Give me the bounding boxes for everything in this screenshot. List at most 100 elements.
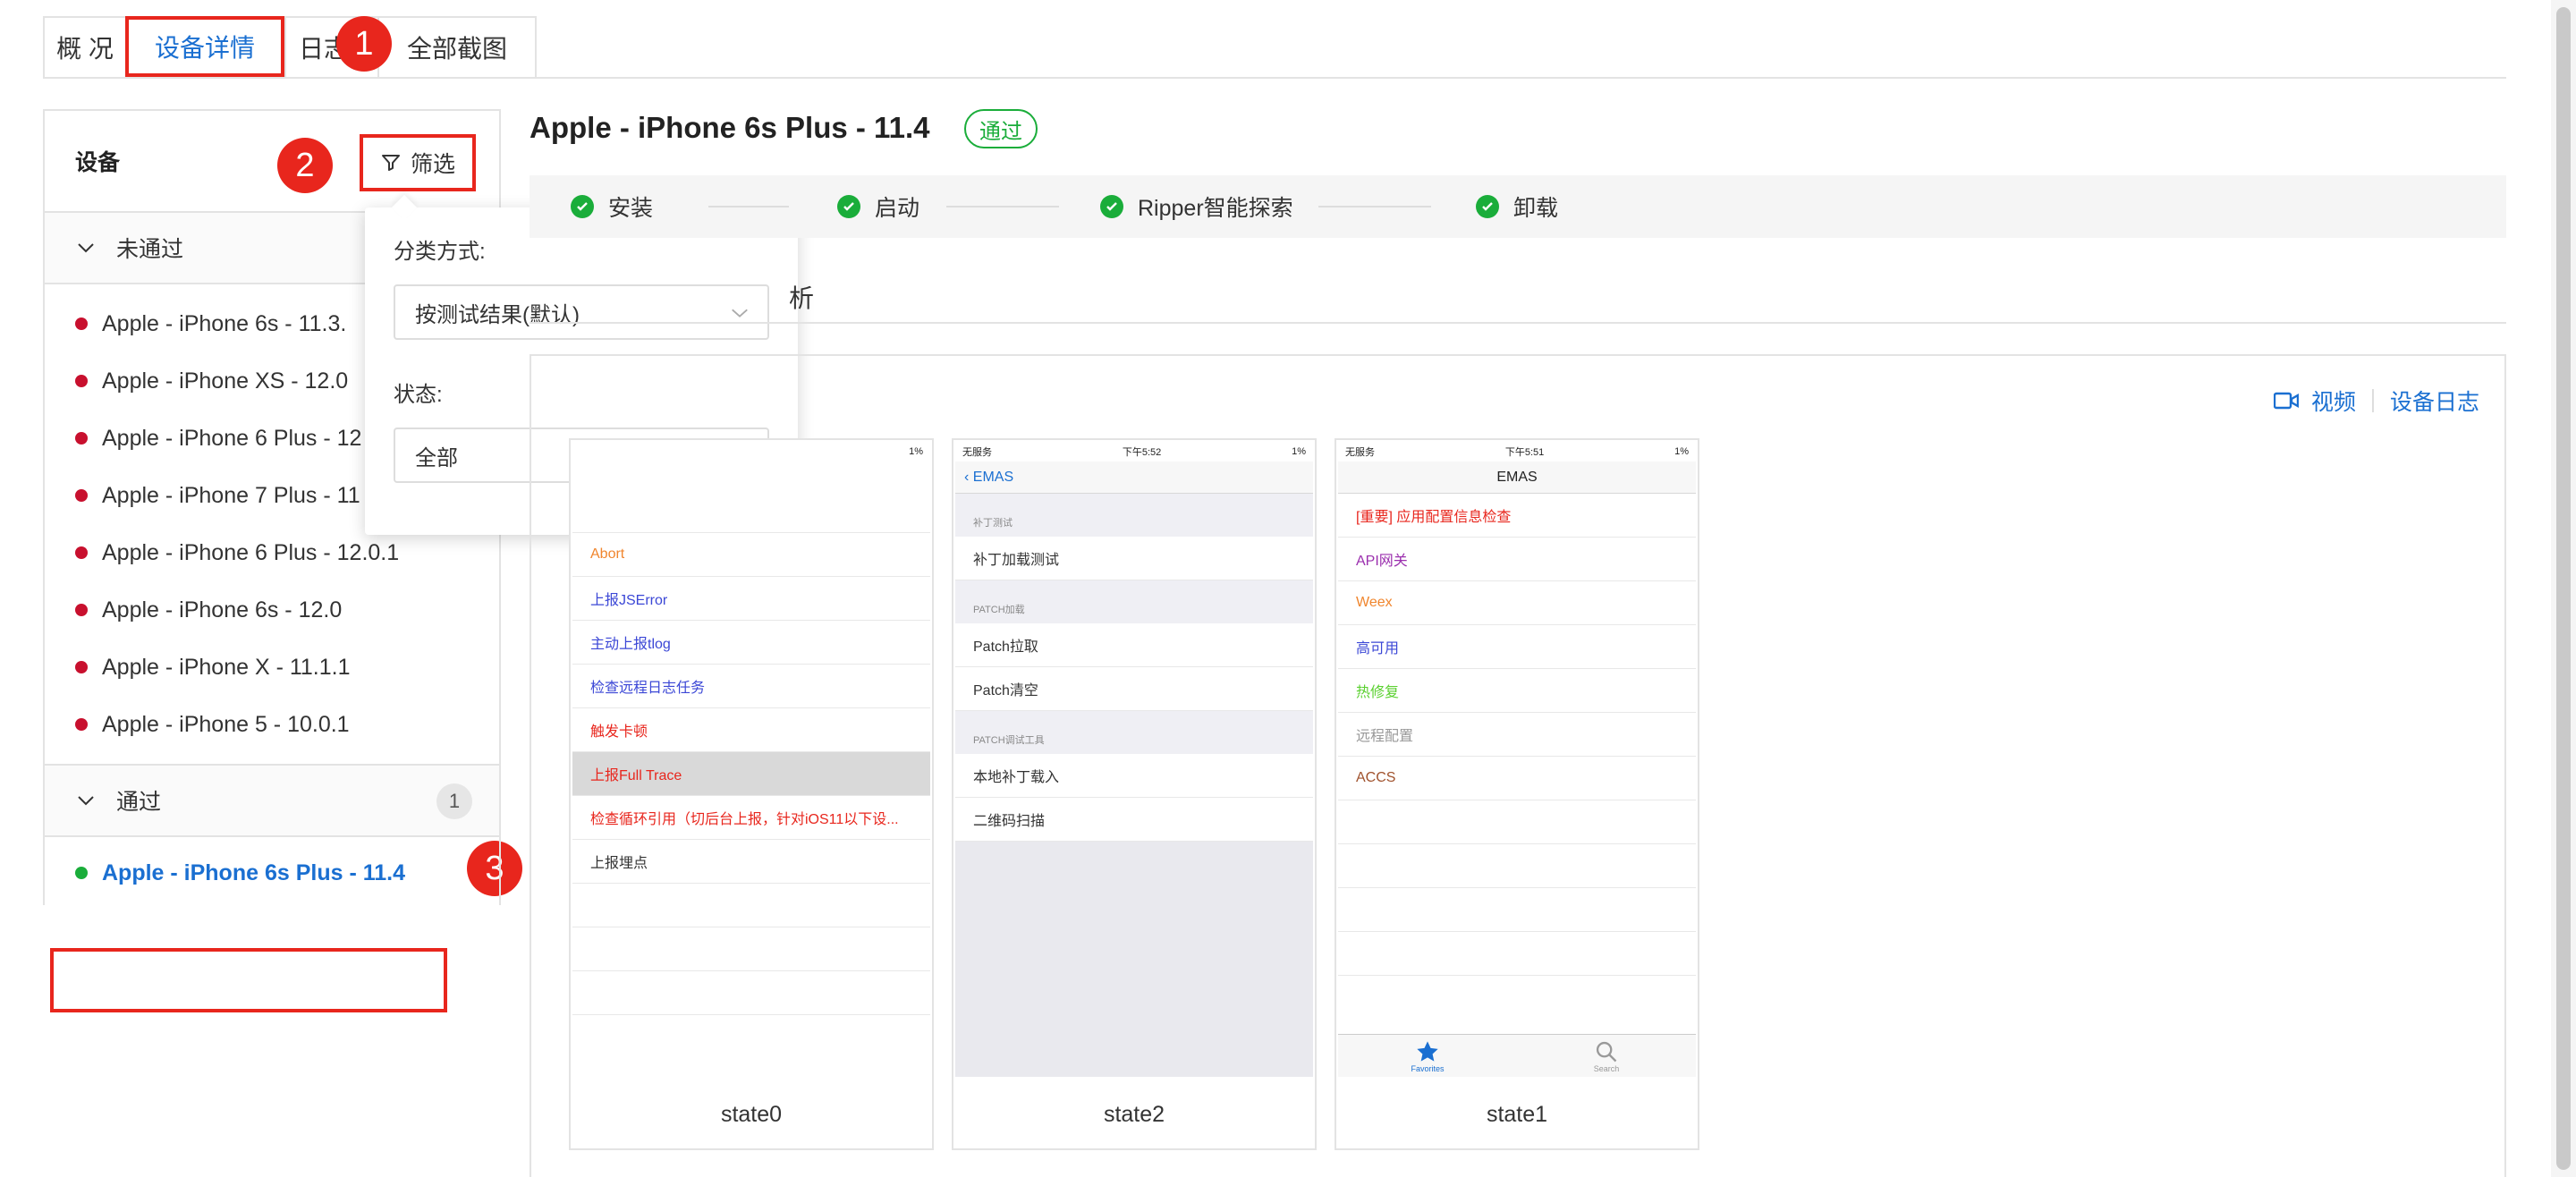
menu-row: 检查远程日志任务 — [572, 665, 930, 708]
row-text: 补丁加载测试 — [973, 553, 1060, 568]
status-badge: 通过 — [964, 109, 1038, 148]
device-log-link[interactable]: 设备日志 — [2390, 385, 2479, 417]
device-name: Apple - iPhone 5 - 10.0.1 — [102, 711, 350, 737]
fail-status-dot — [75, 489, 88, 502]
group-passed[interactable]: 通过 1 — [45, 766, 499, 837]
status-bar: 无服务 下午5:52 1% — [955, 442, 1313, 461]
step-ripper: Ripper智能探索 — [1100, 175, 1293, 238]
card-caption: state0 — [720, 1101, 783, 1127]
menu-row: 热修复 — [1338, 669, 1696, 713]
device-name: Apple - iPhone 6s - 12.0 — [102, 597, 343, 622]
card-caption: state1 — [1486, 1101, 1548, 1127]
row-text: API网关 — [1356, 554, 1408, 569]
row-text: ACCS — [1356, 770, 1396, 785]
screenshot-card-state2[interactable]: 无服务 下午5:52 1% ‹ EMAS 补丁测试 补丁加载测试 PATCH加载… — [952, 438, 1317, 1150]
link-separator — [2371, 389, 2374, 412]
empty-row — [1338, 800, 1696, 844]
sidebar-title: 设备 — [75, 150, 121, 175]
tab-analysis[interactable]: 析 — [789, 279, 814, 315]
fail-status-dot — [75, 546, 88, 559]
row-text: 远程配置 — [1356, 729, 1414, 744]
back-button: ‹ EMAS — [964, 469, 1014, 485]
row-text: [重要] 应用配置信息检查 — [1356, 510, 1512, 525]
device-item[interactable]: Apple - iPhone X - 11.1.1 — [45, 639, 499, 696]
empty-row — [1338, 888, 1696, 932]
step-connector — [708, 206, 789, 207]
filter-button-label: 筛选 — [410, 152, 455, 177]
page-scrollbar[interactable] — [2551, 0, 2576, 1177]
empty-row — [572, 971, 930, 1015]
screenshot-card-state0[interactable]: 1% Abort 上报JSError 主动上报tlog 检查远程日志任务 触发卡… — [569, 438, 934, 1150]
device-item-selected[interactable]: Apple - iPhone 6s Plus - 11.4 — [45, 844, 499, 902]
group-failed-label: 未通过 — [116, 237, 184, 262]
fail-status-dot — [75, 432, 88, 445]
menu-row: Patch清空 — [955, 667, 1313, 711]
device-name: Apple - iPhone 6s Plus - 11.4 — [102, 859, 405, 885]
menu-row: 补丁加载测试 — [955, 537, 1313, 580]
menu-row: 本地补丁载入 — [955, 754, 1313, 798]
check-icon — [571, 195, 594, 218]
menu-row: API网关 — [1338, 538, 1696, 581]
device-name: Apple - iPhone 6 Plus - 12 — [102, 425, 362, 451]
menu-row: 上报JSError — [572, 577, 930, 621]
back-label: EMAS — [972, 469, 1014, 485]
menu-row: Abort — [572, 533, 930, 577]
device-item[interactable]: Apple - iPhone 5 - 10.0.1 — [45, 696, 499, 753]
row-text: Patch清空 — [973, 683, 1038, 699]
menu-row: Patch拉取 — [955, 623, 1313, 667]
menu-row: Weex — [1338, 581, 1696, 625]
scrollbar-thumb[interactable] — [2556, 7, 2571, 1170]
sidebar-header: 设备 筛选 — [45, 111, 499, 213]
step-uninstall: 卸载 — [1476, 175, 1558, 238]
tab-all-screenshots[interactable]: 全部截图 — [377, 16, 537, 79]
menu-row-highlighted: 上报Full Trace — [572, 752, 930, 796]
panel-links: 视频 设备日志 — [2273, 385, 2479, 417]
row-text: 触发卡顿 — [590, 724, 648, 740]
status-bar: 1% — [572, 442, 930, 461]
device-name: Apple - iPhone 7 Plus - 11 — [102, 482, 360, 508]
step-label: 卸载 — [1513, 196, 1559, 221]
section-header: PATCH加载 — [955, 580, 1313, 623]
group-passed-label: 通过 — [116, 790, 162, 815]
device-name: Apple - iPhone 6 Plus - 12.0.1 — [102, 539, 400, 565]
step-label: Ripper智能探索 — [1138, 196, 1293, 221]
tab-device-details[interactable]: 设备详情 — [125, 16, 284, 77]
chevron-down-icon — [732, 309, 748, 318]
menu-row: 远程配置 — [1338, 713, 1696, 757]
step-launch: 启动 — [837, 175, 919, 238]
row-text: Weex — [1356, 595, 1393, 610]
nav-bar: ‹ EMAS — [955, 461, 1313, 494]
spacer-row — [572, 494, 930, 533]
selection-highlight-box — [50, 948, 447, 1012]
device-item[interactable]: Apple - iPhone 6s - 12.0 — [45, 581, 499, 639]
row-text: 本地补丁载入 — [973, 770, 1060, 785]
search-icon — [1596, 1041, 1617, 1062]
device-title: Apple - iPhone 6s Plus - 11.4 — [530, 111, 930, 144]
phone-screenshot: 无服务 下午5:52 1% ‹ EMAS 补丁测试 补丁加载测试 PATCH加载… — [955, 442, 1313, 1077]
device-name: Apple - iPhone XS - 12.0 — [102, 368, 349, 394]
chevron-down-icon — [78, 796, 94, 806]
chevron-down-icon — [78, 243, 94, 253]
screenshot-card-state1[interactable]: 无服务 下午5:51 1% EMAS [重要] 应用配置信息检查 API网关 W… — [1335, 438, 1699, 1150]
menu-row: ACCS — [1338, 757, 1696, 800]
empty-row — [572, 927, 930, 971]
passed-device-list: Apple - iPhone 6s Plus - 11.4 — [45, 837, 499, 902]
annotation-marker-1: 1 — [336, 16, 392, 72]
section-header: PATCH调试工具 — [955, 711, 1313, 754]
sort-select[interactable]: 按测试结果(默认) — [394, 284, 769, 340]
tab-overview[interactable]: 概 况 — [43, 16, 125, 79]
step-install: 安装 — [571, 175, 653, 238]
tabs-divider — [43, 77, 2506, 79]
passed-count-badge: 1 — [436, 783, 472, 819]
device-name: Apple - iPhone X - 11.1.1 — [102, 654, 351, 680]
row-text: 检查循环引用（切后台上报，针对iOS11以下设... — [590, 812, 899, 827]
filter-button[interactable]: 筛选 — [360, 134, 476, 191]
status-select-value: 全部 — [415, 445, 458, 470]
video-link[interactable]: 视频 — [2311, 385, 2356, 417]
check-icon — [837, 195, 860, 218]
tabbar-favorites: Favorites — [1338, 1035, 1517, 1077]
tabbar-search: Search — [1517, 1035, 1696, 1077]
row-text: Abort — [590, 546, 625, 562]
menu-row: 二维码扫描 — [955, 798, 1313, 842]
phone-screenshot: 无服务 下午5:51 1% EMAS [重要] 应用配置信息检查 API网关 W… — [1338, 442, 1696, 1077]
